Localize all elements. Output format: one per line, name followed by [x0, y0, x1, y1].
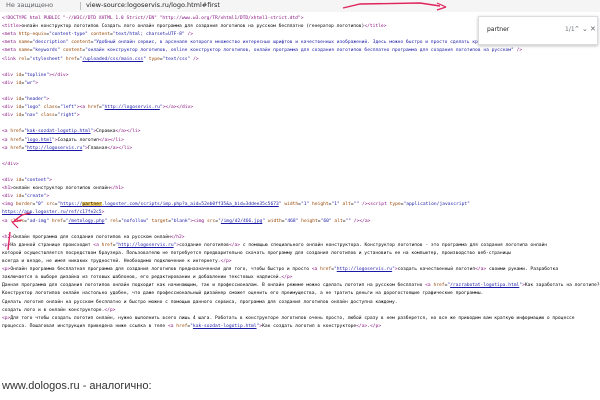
url-text[interactable]: view-source:logoservis.ru/logo.html#firs…: [86, 1, 220, 9]
source-line: <div id="wr">: [2, 80, 39, 86]
caption-text: www.dologos.ru - аналогично:: [2, 380, 152, 392]
find-bar: partner 1/1 ⌃ ⌄ ✕: [478, 16, 598, 45]
close-icon[interactable]: ✕: [590, 25, 596, 33]
find-input[interactable]: partner: [487, 26, 509, 33]
source-line: </div>: [2, 161, 19, 167]
address-separator: [80, 2, 81, 10]
source-line: процесса. Пошаговая инструкция приведена…: [2, 323, 382, 329]
security-indicator[interactable]: Не защищено: [6, 1, 53, 9]
chevron-up-icon[interactable]: ⌃: [574, 25, 580, 33]
address-bar[interactable]: Не защищено view-source:logoservis.ru/lo…: [0, 0, 600, 12]
chevron-down-icon[interactable]: ⌄: [582, 25, 588, 33]
page-source[interactable]: <!DOCTYPE html PUBLIC "-//W3C//DTD XHTML…: [0, 14, 600, 372]
source-line: <a class="ad-img" href="/metology.php" r…: [2, 218, 371, 224]
caption-bar: www.dologos.ru - аналогично:: [0, 373, 600, 400]
source-line: <div id="nav" class="right">: [2, 113, 80, 119]
source-line: <link rel="stylesheet" href="/uploaded/c…: [2, 56, 199, 62]
source-line: <a href="http://logoservis.ru">Главная</…: [2, 145, 133, 151]
